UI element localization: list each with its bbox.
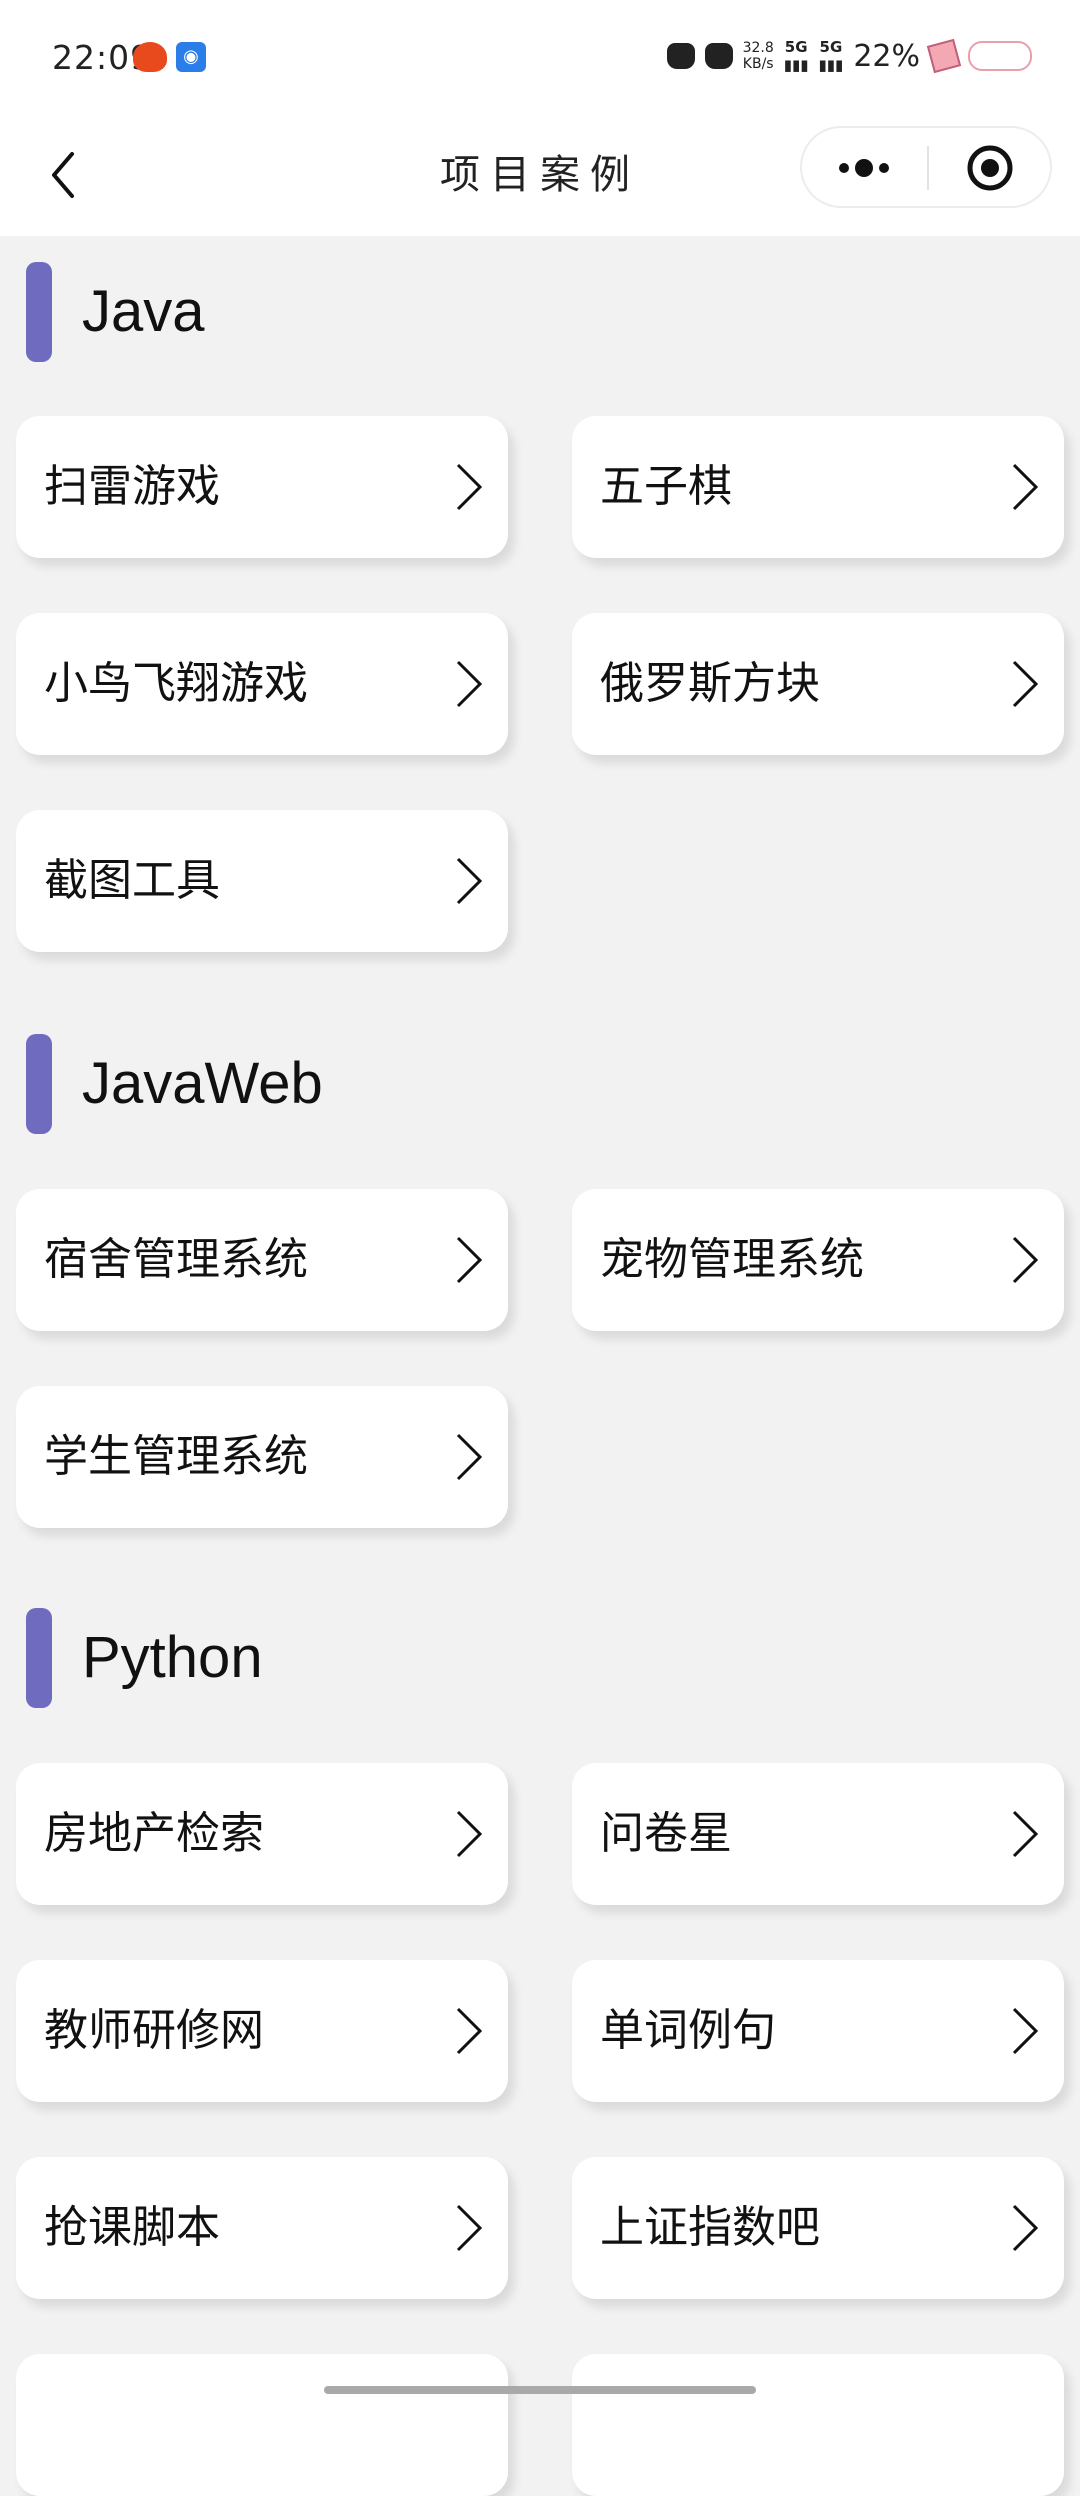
project-card-label: 单词例句: [600, 2005, 776, 2056]
signal-bars-icon: ▮▮▮: [818, 56, 844, 74]
chevron-right-icon: [456, 463, 483, 511]
chevron-right-icon: [1012, 2007, 1039, 2055]
status-bar: 22:09 ◉ 32.8 KB/s 5G ▮▮▮ 5G ▮▮▮ 22%: [0, 0, 1080, 118]
chevron-right-icon: [456, 1236, 483, 1284]
signal-1-label: 5G: [784, 38, 808, 56]
nav-bar: 项目案例: [0, 118, 1080, 236]
signal-bars-icon: ▮▮▮: [783, 56, 809, 74]
project-card[interactable]: 教师研修网: [16, 1960, 508, 2102]
project-list: Java 扫雷游戏 五子棋 小鸟飞翔游戏 俄罗斯方块 截图工具 JavaWeb …: [0, 236, 1080, 2496]
section-title: JavaWeb: [82, 1051, 323, 1116]
project-card[interactable]: 抢课脚本: [16, 2157, 508, 2299]
sticker-icon: [926, 38, 962, 74]
project-card[interactable]: [572, 2354, 1064, 2496]
net-speed-value: 32.8: [742, 40, 774, 56]
project-card-label: 问卷星: [600, 1808, 732, 1859]
project-card[interactable]: 宠物管理系统: [572, 1189, 1064, 1331]
chevron-right-icon: [456, 1810, 483, 1858]
section-title: Python: [82, 1625, 263, 1690]
chevron-right-icon: [1012, 463, 1039, 511]
section-accent-bar: [26, 1034, 52, 1134]
project-card-label: 教师研修网: [44, 2005, 264, 2056]
target-close-icon: [967, 145, 1013, 191]
project-card-label: 抢课脚本: [44, 2202, 220, 2253]
project-card-label: 房地产检索: [44, 1808, 264, 1859]
chevron-right-icon: [456, 1433, 483, 1481]
signal-1: 5G ▮▮▮: [784, 38, 809, 74]
chevron-right-icon: [1012, 1810, 1039, 1858]
project-card-label: 扫雷游戏: [44, 461, 220, 512]
app-notification-icon: [133, 42, 167, 72]
menu-capsule: [800, 126, 1052, 208]
home-indicator[interactable]: [324, 2386, 756, 2394]
cat-icon: [704, 43, 733, 69]
status-right: 32.8 KB/s 5G ▮▮▮ 5G ▮▮▮ 22%: [666, 36, 1032, 76]
section-title: Java: [82, 279, 205, 344]
chevron-right-icon: [456, 2204, 483, 2252]
project-card-label: 学生管理系统: [44, 1431, 308, 1482]
hotspot-icon: ◉: [176, 42, 206, 72]
more-button[interactable]: [802, 128, 927, 208]
chevron-right-icon: [1012, 1236, 1039, 1284]
cat-icon: [666, 43, 695, 69]
net-speed-unit: KB/s: [742, 56, 774, 72]
project-card-label: 上证指数吧: [600, 2202, 820, 2253]
section-accent-bar: [26, 262, 52, 362]
chevron-right-icon: [1012, 2204, 1039, 2252]
project-card-label: 五子棋: [600, 461, 732, 512]
project-card[interactable]: 学生管理系统: [16, 1386, 508, 1528]
chevron-right-icon: [456, 660, 483, 708]
project-card[interactable]: 单词例句: [572, 1960, 1064, 2102]
project-card[interactable]: 宿舍管理系统: [16, 1189, 508, 1331]
project-card[interactable]: 扫雷游戏: [16, 416, 508, 558]
net-speed: 32.8 KB/s: [743, 40, 774, 72]
project-card-label: 截图工具: [44, 855, 220, 906]
project-card-label: 宿舍管理系统: [44, 1234, 308, 1285]
project-card[interactable]: 小鸟飞翔游戏: [16, 613, 508, 755]
battery-icon: [968, 41, 1032, 71]
close-button[interactable]: [928, 128, 1052, 208]
chevron-right-icon: [456, 857, 483, 905]
project-card-label: 宠物管理系统: [600, 1234, 864, 1285]
section-header-python: Python: [0, 1608, 1080, 1708]
project-card[interactable]: 五子棋: [572, 416, 1064, 558]
chevron-right-icon: [456, 2007, 483, 2055]
project-card[interactable]: [16, 2354, 508, 2496]
project-card[interactable]: 截图工具: [16, 810, 508, 952]
battery-level: 22%: [853, 38, 920, 74]
section-header-java: Java: [0, 262, 1080, 362]
more-dots-icon: [839, 159, 889, 177]
project-card[interactable]: 房地产检索: [16, 1763, 508, 1905]
section-accent-bar: [26, 1608, 52, 1708]
project-card-label: 俄罗斯方块: [600, 658, 820, 709]
project-card-label: 小鸟飞翔游戏: [44, 658, 308, 709]
signal-2-label: 5G: [819, 38, 843, 56]
project-card[interactable]: 上证指数吧: [572, 2157, 1064, 2299]
signal-2: 5G ▮▮▮: [819, 38, 844, 74]
project-card[interactable]: 俄罗斯方块: [572, 613, 1064, 755]
chevron-right-icon: [1012, 660, 1039, 708]
project-card[interactable]: 问卷星: [572, 1763, 1064, 1905]
section-header-javaweb: JavaWeb: [0, 1034, 1080, 1134]
